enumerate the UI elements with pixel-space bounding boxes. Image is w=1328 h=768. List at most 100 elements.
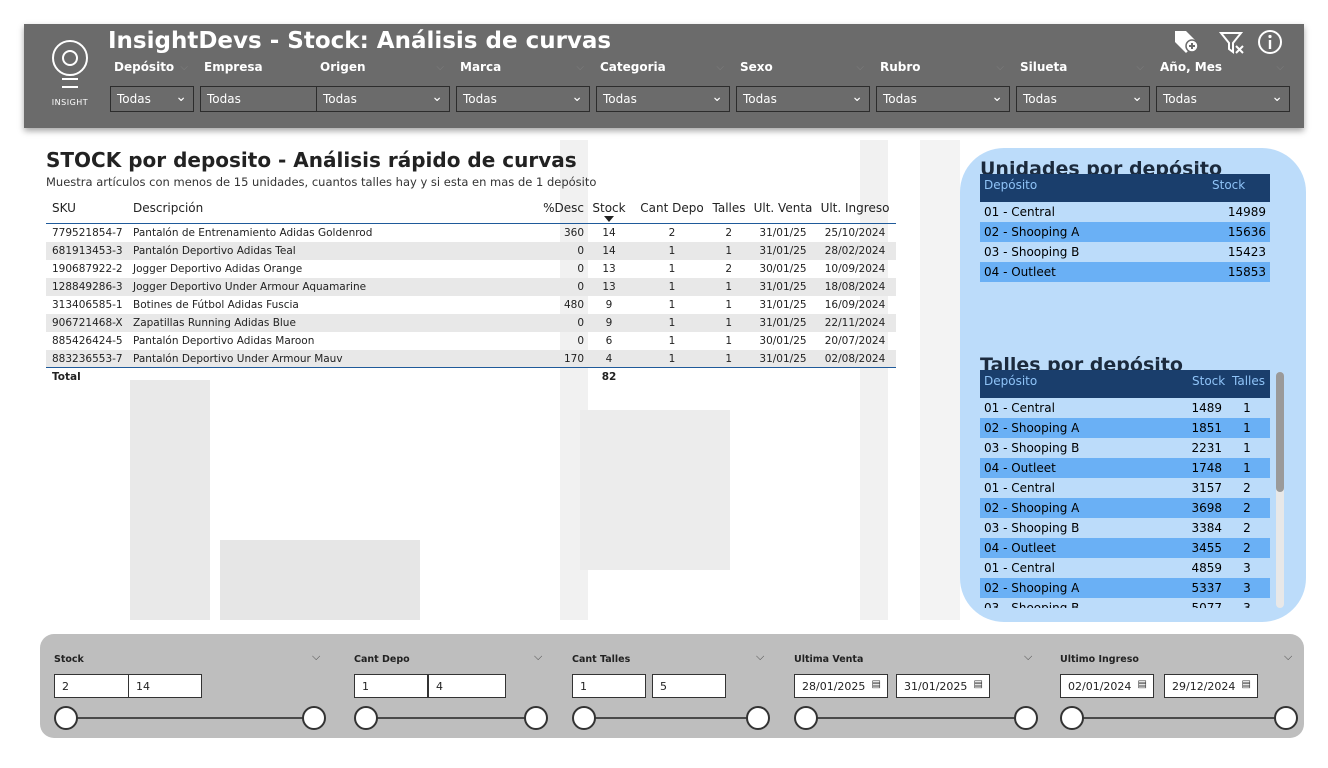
slider-track[interactable] <box>584 717 758 719</box>
talles-row[interactable]: 03 - Shooping B 3384 2 <box>980 518 1270 538</box>
column-header-talles[interactable]: Talles <box>710 201 748 215</box>
calendar-icon[interactable]: ▤ <box>872 679 881 690</box>
chevron-down-icon[interactable]: ⌵ <box>436 62 444 73</box>
slicer-max-input[interactable]: 14 <box>128 674 202 698</box>
slider-min-handle[interactable] <box>54 706 78 730</box>
talles-row[interactable]: 01 - Central 3157 2 <box>980 478 1270 498</box>
tag-add-icon[interactable] <box>1172 28 1200 56</box>
talles-row[interactable]: 01 - Central 4859 3 <box>980 558 1270 578</box>
talles-scrollbar-thumb[interactable] <box>1276 372 1284 492</box>
slicer-min-input[interactable]: 1 <box>572 674 646 698</box>
filter-dropdown[interactable]: Todas⌄ <box>456 86 590 112</box>
table-row[interactable]: 906721468-X Zapatillas Running Adidas Blu… <box>46 314 896 332</box>
unidades-row[interactable]: 01 - Central 14989 <box>980 202 1270 222</box>
column-header-descripcion[interactable]: Descripción <box>133 201 203 215</box>
slicer-max-input[interactable]: 31/01/2025 ▤ <box>896 674 990 698</box>
cell-deposito: 03 - Shooping B <box>984 441 1080 455</box>
chevron-down-icon[interactable]: ⌵ <box>312 650 320 664</box>
chevron-down-icon[interactable]: ⌵ <box>716 62 724 73</box>
slider-min-handle[interactable] <box>1060 706 1084 730</box>
column-header-stock[interactable]: Stock <box>1192 374 1225 388</box>
slider-track[interactable] <box>806 717 1026 719</box>
chevron-down-icon[interactable]: ⌵ <box>180 62 188 73</box>
slicer-max-input[interactable]: 29/12/2024 ▤ <box>1164 674 1258 698</box>
info-icon[interactable] <box>1256 28 1284 56</box>
slicer-max-value: 4 <box>436 680 443 693</box>
talles-row[interactable]: 03 - Shooping B 2231 1 <box>980 438 1270 458</box>
chevron-down-icon[interactable]: ⌵ <box>1136 62 1144 73</box>
slider-max-handle[interactable] <box>1014 706 1038 730</box>
filter-dropdown[interactable]: Todas⌄ <box>596 86 730 112</box>
filter-dropdown[interactable]: Todas⌄ <box>110 86 194 112</box>
slider-min-handle[interactable] <box>354 706 378 730</box>
cell-cant_depo: 2 <box>668 227 676 239</box>
chevron-down-icon[interactable]: ⌵ <box>756 650 764 664</box>
table-row[interactable]: 681913453-3 Pantalón Deportivo Adidas Tea… <box>46 242 896 260</box>
filter-dropdown[interactable]: Todas⌄ <box>200 86 334 112</box>
filter-dropdown[interactable]: Todas⌄ <box>1016 86 1150 112</box>
slicer-min-input[interactable]: 28/01/2025 ▤ <box>794 674 888 698</box>
chevron-down-icon[interactable]: ⌵ <box>996 62 1004 73</box>
unidades-row[interactable]: 03 - Shooping B 15423 <box>980 242 1270 262</box>
cell-talles: 1 <box>725 317 732 329</box>
column-header-desc[interactable]: %Desc <box>534 201 584 215</box>
column-header-stock[interactable]: Stock <box>1212 178 1245 192</box>
unidades-table: Depósito Stock 01 - Central 14989 02 - Sho… <box>980 174 1270 282</box>
slider-max-handle[interactable] <box>302 706 326 730</box>
talles-row[interactable]: 01 - Central 1489 1 <box>980 398 1270 418</box>
clear-filter-icon[interactable] <box>1218 28 1246 56</box>
slider-max-handle[interactable] <box>746 706 770 730</box>
unidades-row[interactable]: 04 - Outleet 15853 <box>980 262 1270 282</box>
slicer-min-input[interactable]: 1 <box>354 674 428 698</box>
talles-row[interactable]: 02 - Shooping A 5337 3 <box>980 578 1270 598</box>
talles-row[interactable]: 03 - Shooping B 5077 3 <box>980 598 1270 608</box>
table-row[interactable]: 313406585-1 Botines de Fútbol Adidas Fusc… <box>46 296 896 314</box>
column-header-ult-ingreso[interactable]: Ult. Ingreso <box>818 201 892 215</box>
talles-row[interactable]: 04 - Outleet 1748 1 <box>980 458 1270 478</box>
column-header-deposito[interactable]: Depósito <box>984 374 1037 388</box>
chevron-down-icon[interactable]: ⌵ <box>534 650 542 664</box>
talles-row[interactable]: 04 - Outleet 3455 2 <box>980 538 1270 558</box>
slicer-min-input[interactable]: 2 <box>54 674 134 698</box>
calendar-icon[interactable]: ▤ <box>1138 679 1147 690</box>
cell-talles: 1 <box>725 245 732 257</box>
chevron-down-icon[interactable]: ⌵ <box>1284 650 1292 664</box>
calendar-icon[interactable]: ▤ <box>1242 679 1251 690</box>
talles-row[interactable]: 02 - Shooping A 3698 2 <box>980 498 1270 518</box>
unidades-row[interactable]: 02 - Shooping A 15636 <box>980 222 1270 242</box>
filter-value: Todas <box>117 92 151 106</box>
slider-track[interactable] <box>366 717 536 719</box>
slicer-min-input[interactable]: 02/01/2024 ▤ <box>1060 674 1154 698</box>
cell-talles: 1 <box>725 281 732 293</box>
chevron-down-icon[interactable]: ⌵ <box>1024 650 1032 664</box>
table-row[interactable]: 883236553-7 Pantalón Deportivo Under Armo… <box>46 350 896 368</box>
slider-max-handle[interactable] <box>524 706 548 730</box>
chevron-down-icon[interactable]: ⌵ <box>1276 62 1284 73</box>
column-header-cant-depo[interactable]: Cant Depo <box>636 201 708 215</box>
slicer-min-value: 1 <box>580 680 587 693</box>
table-row[interactable]: 779521854-7 Pantalón de Entrenamiento Adi… <box>46 224 896 242</box>
column-header-stock[interactable]: Stock <box>590 201 628 215</box>
calendar-icon[interactable]: ▤ <box>974 679 983 690</box>
column-header-talles[interactable]: Talles <box>1232 374 1265 388</box>
slider-min-handle[interactable] <box>794 706 818 730</box>
column-header-sku[interactable]: SKU <box>52 201 76 215</box>
slider-max-handle[interactable] <box>1274 706 1298 730</box>
slicer-max-input[interactable]: 5 <box>652 674 726 698</box>
table-row[interactable]: 885426424-5 Pantalón Deportivo Adidas Mar… <box>46 332 896 350</box>
column-header-deposito[interactable]: Depósito <box>984 178 1037 192</box>
slider-track[interactable] <box>1072 717 1286 719</box>
filter-dropdown[interactable]: Todas⌄ <box>876 86 1010 112</box>
filter-dropdown[interactable]: Todas⌄ <box>316 86 450 112</box>
filter-dropdown[interactable]: Todas⌄ <box>1156 86 1290 112</box>
slider-min-handle[interactable] <box>572 706 596 730</box>
chevron-down-icon[interactable]: ⌵ <box>856 62 864 73</box>
table-row[interactable]: 190687922-2 Jogger Deportivo Adidas Orang… <box>46 260 896 278</box>
table-row[interactable]: 128849286-3 Jogger Deportivo Under Armour… <box>46 278 896 296</box>
talles-row[interactable]: 02 - Shooping A 1851 1 <box>980 418 1270 438</box>
chevron-down-icon[interactable]: ⌵ <box>576 62 584 73</box>
filter-dropdown[interactable]: Todas⌄ <box>736 86 870 112</box>
column-header-ult-venta[interactable]: Ult. Venta <box>752 201 814 215</box>
slider-track[interactable] <box>66 717 314 719</box>
slicer-max-input[interactable]: 4 <box>428 674 506 698</box>
